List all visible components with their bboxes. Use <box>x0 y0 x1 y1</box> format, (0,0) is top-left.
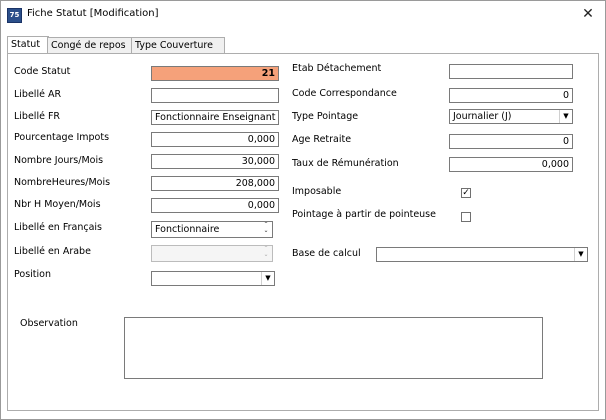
libelle-en-francais-field[interactable]: Fonctionnaire ⌃ ⌄ <box>151 221 273 238</box>
libelle-en-francais-label: Libellé en Français <box>14 222 102 233</box>
libelle-ar-label: Libellé AR <box>14 89 62 100</box>
base-calcul-label: Base de calcul <box>292 248 361 259</box>
age-retraite-field[interactable]: 0 <box>449 134 573 149</box>
nbr-h-moyen-mois-field[interactable]: 0,000 <box>151 198 279 213</box>
etab-detachement-field[interactable] <box>449 64 573 79</box>
etab-detachement-label: Etab Détachement <box>292 63 382 74</box>
chevron-down-icon[interactable]: ▼ <box>559 110 572 123</box>
spin-updown-icon[interactable]: ⌃ ⌄ <box>261 222 271 235</box>
pourcentage-impots-field[interactable]: 0,000 <box>151 132 279 147</box>
libelle-fr-field[interactable]: Fonctionnaire Enseignant <box>151 110 279 125</box>
code-statut-field[interactable]: 21 <box>151 66 279 81</box>
nombre-heures-mois-field[interactable]: 208,000 <box>151 176 279 191</box>
tab-conge-de-repos[interactable]: Congé de repos <box>47 37 135 53</box>
dialog-window: 75 Fiche Statut [Modification] ✕ Statut … <box>0 0 606 420</box>
nombre-heures-mois-label: NombreHeures/Mois <box>14 177 111 188</box>
window-title: Fiche Statut [Modification] <box>27 8 159 19</box>
taux-remuneration-field[interactable]: 0,000 <box>449 157 573 172</box>
app-icon: 75 <box>7 8 22 23</box>
chevron-down-icon[interactable]: ▼ <box>261 272 274 285</box>
observation-textarea[interactable] <box>124 317 543 379</box>
libelle-en-francais-value: Fonctionnaire <box>155 224 220 235</box>
pourcentage-impots-label: Pourcentage Impots <box>14 132 110 143</box>
statut-panel: Code Statut 21 Libellé AR Libellé FR Fon… <box>7 53 599 411</box>
chevron-down-icon[interactable]: ▼ <box>574 248 587 261</box>
libelle-en-arabe-label: Libellé en Arabe <box>14 246 91 257</box>
position-dropdown[interactable]: ▼ <box>151 271 275 286</box>
libelle-en-arabe-field[interactable]: ⌃ ⌄ <box>151 245 273 262</box>
pointage-pointeuse-label: Pointage à partir de pointeuse <box>292 209 436 220</box>
tab-statut[interactable]: Statut <box>7 36 49 54</box>
close-icon[interactable]: ✕ <box>579 5 597 23</box>
imposable-label: Imposable <box>292 186 342 197</box>
type-pointage-label: Type Pointage <box>292 111 359 122</box>
nombre-jours-mois-label: Nombre Jours/Mois <box>14 155 104 166</box>
age-retraite-label: Age Retraite <box>292 134 352 145</box>
spin-updown-disabled-icon: ⌃ ⌄ <box>263 245 269 258</box>
nombre-jours-mois-field[interactable]: 30,000 <box>151 154 279 169</box>
libelle-fr-label: Libellé FR <box>14 111 61 122</box>
title-bar[interactable]: 75 Fiche Statut [Modification] ✕ <box>1 1 605 29</box>
tab-type-couverture[interactable]: Type Couverture <box>131 37 225 53</box>
code-correspondance-label: Code Correspondance <box>292 88 397 99</box>
type-pointage-dropdown[interactable]: Journalier (J) ▼ <box>449 109 573 124</box>
libelle-ar-field[interactable] <box>151 88 279 103</box>
position-label: Position <box>14 269 51 280</box>
taux-remuneration-label: Taux de Rémunération <box>292 158 399 169</box>
pointage-pointeuse-checkbox[interactable] <box>461 212 471 222</box>
code-statut-label: Code Statut <box>14 66 71 77</box>
nbr-h-moyen-mois-label: Nbr H Moyen/Mois <box>14 199 101 210</box>
imposable-checkbox[interactable]: ✓ <box>461 188 471 198</box>
code-correspondance-field[interactable]: 0 <box>449 88 573 103</box>
type-pointage-value: Journalier (J) <box>453 111 512 122</box>
base-calcul-dropdown[interactable]: ▼ <box>376 247 588 262</box>
observation-label: Observation <box>20 318 78 329</box>
